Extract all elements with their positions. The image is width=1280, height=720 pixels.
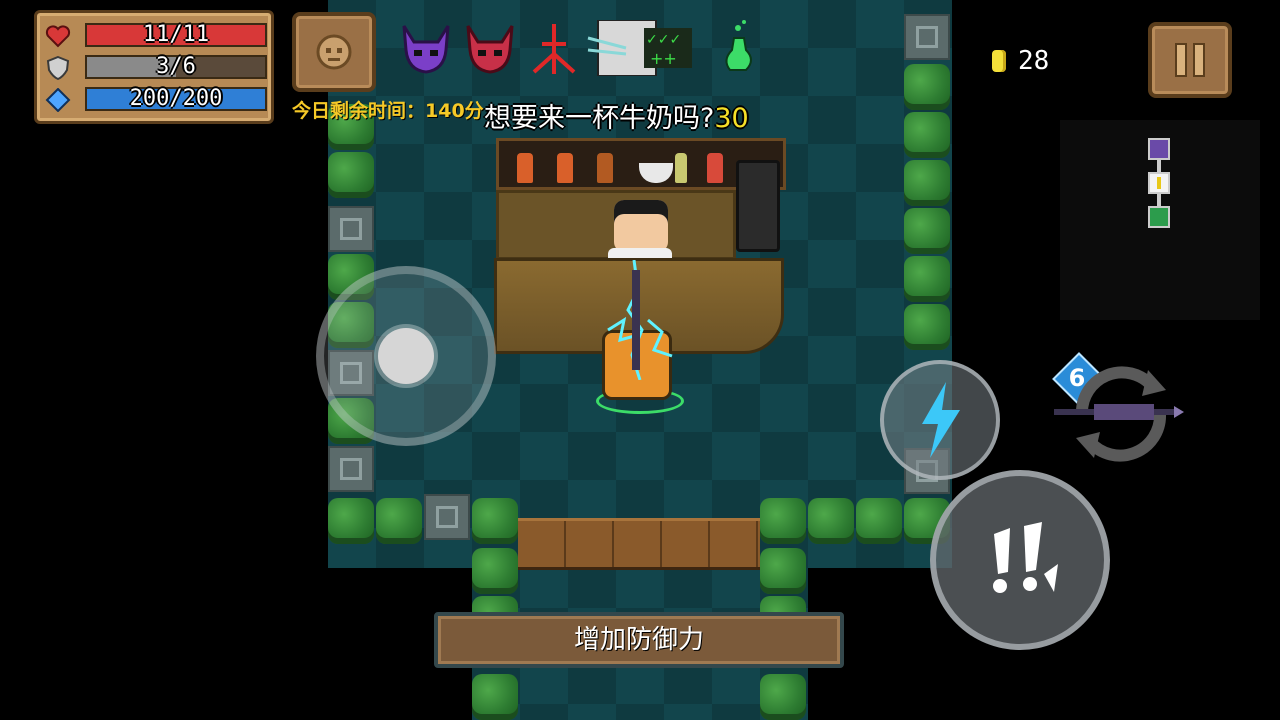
health-bar: 11/11 (85, 23, 267, 47)
fridge (736, 160, 780, 252)
shop-room-icon (1148, 172, 1170, 194)
pause-button[interactable] (1148, 22, 1232, 98)
hint-banner: 增加防御力 (434, 612, 844, 668)
energy-bar: 200/200 (85, 87, 267, 111)
wooden-bridge (518, 518, 760, 570)
purple-horned-helmet-icon[interactable] (398, 20, 454, 76)
joystick-knob[interactable] (378, 328, 434, 384)
daily-time-remaining: 今日剩余时间：140分 (292, 100, 484, 122)
attack-button[interactable] (930, 470, 1110, 650)
skill-button[interactable] (880, 360, 1000, 480)
character-button[interactable] (292, 12, 376, 92)
svg-text:++: ++ (650, 49, 677, 68)
npc-speech-count: 30 (714, 103, 749, 134)
bartender-npc[interactable] (614, 200, 668, 252)
weapon-energy-cost: 6 (1054, 358, 1100, 398)
skeleton-checklist-icon[interactable]: ✓✓✓ ++ (586, 20, 696, 76)
gem-coin-icon (992, 50, 1006, 72)
npc-speech-text: 想要来一杯牛奶吗? (484, 103, 715, 134)
energy-row: 200/200 (45, 87, 267, 113)
status-panel: 11/11 3/6 200/200 (34, 10, 274, 124)
start-room-icon (1148, 206, 1170, 228)
lightning-sword-icon (1054, 404, 1184, 420)
character-face-icon (316, 34, 352, 70)
shield-icon (46, 56, 70, 80)
svg-text:✓✓✓: ✓✓✓ (646, 32, 681, 48)
lightning-sword-effect (607, 260, 673, 380)
npc-speech-bubble: 想要来一杯牛奶吗?30 (484, 96, 749, 135)
coin-count: 28 (1018, 46, 1050, 76)
health-row: 11/11 (45, 23, 267, 49)
heart-icon (45, 25, 71, 48)
pause-icon (1175, 43, 1205, 77)
lightning-icon (922, 382, 960, 458)
armor-bar: 3/6 (85, 55, 267, 79)
attack-icon (993, 522, 1058, 593)
boss-room-icon (1148, 138, 1170, 160)
crystal-icon (45, 88, 71, 112)
green-poison-flask-icon[interactable] (716, 20, 762, 76)
minimap[interactable] (1060, 120, 1260, 320)
red-trident-icon[interactable] (526, 20, 582, 76)
red-horned-helmet-icon[interactable] (462, 20, 518, 76)
armor-row: 3/6 (45, 55, 267, 81)
